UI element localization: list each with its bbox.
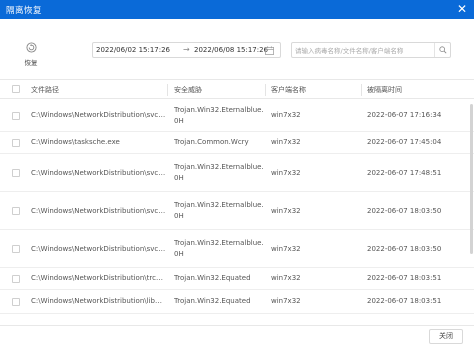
cell-path: C:\Windows\NetworkDistribution\svchost.e…	[31, 111, 166, 119]
row-checkbox[interactable]	[12, 274, 20, 283]
restore-label: 恢复	[24, 59, 38, 67]
cell-host: win7x32	[271, 297, 301, 305]
search-box[interactable]	[291, 42, 451, 58]
table-row[interactable]: C:\Windows\NetworkDistribution\svchost.e…	[0, 192, 474, 230]
table-row[interactable]: C:\Windows\NetworkDistribution\svchost.e…	[0, 100, 474, 132]
row-checkbox[interactable]	[12, 111, 20, 120]
cell-host: win7x32	[271, 111, 301, 119]
cell-time: 2022-06-07 18:03:50	[367, 245, 442, 253]
cell-host: win7x32	[271, 274, 301, 282]
search-icon	[439, 46, 447, 54]
cell-path: C:\Windows\NetworkDistribution\libxml2.d…	[31, 297, 166, 305]
cell-threat: Trojan.Common.Wcry	[174, 138, 249, 146]
cell-host: win7x32	[271, 138, 301, 146]
column-header-time: 被隔离时间	[367, 86, 402, 94]
close-icon[interactable]: ✕	[456, 3, 468, 15]
column-divider	[167, 84, 168, 96]
table-row[interactable]: C:\Windows\NetworkDistribution\svchost.e…	[0, 230, 474, 268]
dialog-titlebar: 隔离恢复 ✕	[0, 0, 474, 19]
date-start[interactable]: 2022/06/02 15:17:26	[96, 46, 170, 54]
cell-threat: Trojan.Win32.Eternalblue.0H	[174, 201, 264, 220]
cell-time: 2022-06-07 17:16:34	[367, 111, 442, 119]
row-checkbox[interactable]	[12, 206, 20, 215]
cell-threat: Trojan.Win32.Equated	[174, 297, 251, 305]
row-checkbox[interactable]	[12, 138, 20, 147]
column-divider	[361, 84, 362, 96]
search-button[interactable]	[434, 43, 450, 57]
table-row[interactable]: C:\Windows\NetworkDistribution\libxml2.d…	[0, 290, 474, 314]
cell-path: C:\Windows\NetworkDistribution\svchost.e…	[31, 169, 166, 177]
cell-path: C:\Windows\NetworkDistribution\svchost.e…	[31, 207, 166, 215]
cell-path: C:\Windows\NetworkDistribution\trch-1.dl…	[31, 274, 166, 282]
table-header: 文件路径 安全威胁 客户端名称 被隔离时间	[0, 79, 474, 99]
calendar-icon[interactable]	[265, 46, 274, 55]
column-header-host: 客户端名称	[271, 86, 306, 94]
select-all-checkbox[interactable]	[12, 85, 20, 93]
date-end[interactable]: 2022/06/08 15:17:26	[194, 46, 268, 54]
restore-icon	[25, 42, 37, 53]
date-range-picker[interactable]: 2022/06/02 15:17:26 → 2022/06/08 15:17:2…	[92, 42, 281, 58]
date-range-arrow: →	[183, 45, 190, 54]
cell-time: 2022-06-07 17:45:04	[367, 138, 442, 146]
restore-button[interactable]: 恢复	[20, 42, 42, 68]
row-checkbox[interactable]	[12, 297, 20, 306]
cell-time: 2022-06-07 18:03:51	[367, 274, 442, 282]
cell-threat: Trojan.Win32.Equated	[174, 274, 251, 282]
table-row[interactable]: C:\Windows\NetworkDistribution\trch-1.dl…	[0, 268, 474, 290]
cell-threat: Trojan.Win32.Eternalblue.0H	[174, 163, 264, 182]
table-row[interactable]: C:\Windows\NetworkDistribution\svchost.e…	[0, 154, 474, 192]
column-header-path: 文件路径	[31, 86, 59, 94]
close-button[interactable]: 关闭	[429, 329, 463, 344]
row-checkbox[interactable]	[12, 244, 20, 253]
cell-threat: Trojan.Win32.Eternalblue.0H	[174, 239, 264, 258]
cell-host: win7x32	[271, 169, 301, 177]
dialog-footer: 关闭	[0, 325, 474, 346]
column-header-threat: 安全威胁	[174, 86, 202, 94]
search-input[interactable]	[295, 45, 430, 56]
row-checkbox[interactable]	[12, 168, 20, 177]
cell-host: win7x32	[271, 245, 301, 253]
cell-host: win7x32	[271, 207, 301, 215]
column-divider	[265, 84, 266, 96]
cell-threat: Trojan.Win32.Eternalblue.0H	[174, 106, 264, 125]
cell-path: C:\Windows\NetworkDistribution\svchost.e…	[31, 245, 166, 253]
scrollbar-thumb[interactable]	[470, 104, 473, 254]
cell-time: 2022-06-07 18:03:50	[367, 207, 442, 215]
cell-time: 2022-06-07 18:03:51	[367, 297, 442, 305]
table-row[interactable]: C:\Windows\tasksche.exe Trojan.Common.Wc…	[0, 132, 474, 154]
dialog-title: 隔离恢复	[6, 6, 43, 16]
cell-path: C:\Windows\tasksche.exe	[31, 138, 120, 146]
cell-time: 2022-06-07 17:48:51	[367, 169, 442, 177]
